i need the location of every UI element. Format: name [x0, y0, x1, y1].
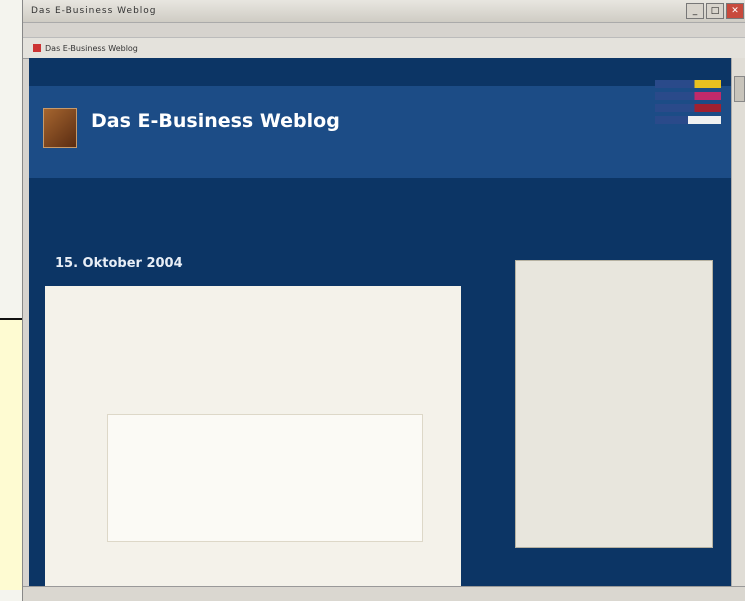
- browser-window: Das E-Business Weblog _ □ ✕ Das E-Busine…: [22, 0, 745, 601]
- tab-weblog[interactable]: Das E-Business Weblog: [33, 44, 138, 53]
- window-title: Das E-Business Weblog: [31, 6, 157, 16]
- page-viewport: Das E-Business Weblog 15. Oktober 2004: [29, 58, 731, 586]
- language-links: [655, 80, 721, 124]
- vertical-scrollbar[interactable]: [731, 58, 745, 586]
- post-date: 15. Oktober 2004: [55, 256, 183, 271]
- language-link[interactable]: [655, 92, 721, 100]
- language-link[interactable]: [655, 104, 721, 112]
- site-title[interactable]: Das E-Business Weblog: [91, 110, 340, 132]
- scrollbar-thumb[interactable]: [734, 76, 745, 102]
- close-button[interactable]: ✕: [726, 3, 744, 19]
- status-bar: [23, 586, 745, 601]
- menu-bar: [23, 23, 745, 37]
- site-header: [29, 86, 731, 178]
- minimize-button[interactable]: _: [686, 3, 704, 19]
- language-link[interactable]: [655, 80, 721, 88]
- blog-post: [45, 286, 461, 586]
- post-quote: [107, 414, 423, 542]
- language-link[interactable]: [655, 116, 721, 124]
- maximize-button[interactable]: □: [706, 3, 724, 19]
- tab-bar: Das E-Business Weblog: [23, 37, 745, 59]
- author-avatar: [43, 108, 77, 148]
- sidebar: [515, 260, 713, 548]
- title-bar: Das E-Business Weblog _ □ ✕: [23, 0, 745, 23]
- favicon-icon: [33, 44, 41, 52]
- tab-label: Das E-Business Weblog: [45, 43, 138, 53]
